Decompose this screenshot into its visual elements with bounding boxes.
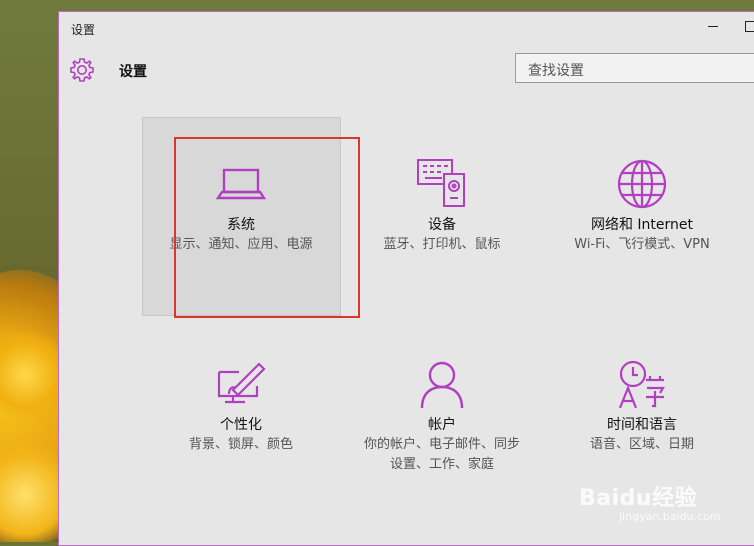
tile-personalization[interactable]: 个性化 背景、锁屏、颜色 (145, 358, 337, 455)
tile-title: 时间和语言 (607, 417, 677, 433)
settings-window: 设置 设置 查找设置 系统 显示、通知、应用、电源 设备 蓝牙、打印机、鼠标 网… (58, 11, 754, 546)
search-input[interactable]: 查找设置 (515, 53, 754, 83)
tile-devices[interactable]: 设备 蓝牙、打印机、鼠标 (346, 158, 538, 255)
tile-title: 网络和 Internet (590, 217, 694, 233)
tile-description: 蓝牙、打印机、鼠标 (383, 237, 501, 252)
tile-accounts[interactable]: 帐户 你的帐户、电子邮件、同步设置、工作、家庭 (346, 358, 538, 475)
tile-description: Wi-Fi、飞行模式、VPN (574, 237, 710, 252)
gear-icon (68, 56, 96, 84)
minimize-button[interactable] (703, 16, 723, 36)
tile-description: 语音、区域、日期 (589, 437, 694, 452)
annotation-highlight-box (174, 137, 360, 318)
watermark-url: jingyan.baidu.com (619, 510, 721, 523)
maximize-button[interactable] (741, 16, 754, 36)
page-title: 设置 (119, 64, 147, 80)
tile-title: 设备 (428, 217, 456, 233)
tile-description: 你的帐户、电子邮件、同步设置、工作、家庭 (363, 437, 520, 472)
personalization-icon (215, 358, 267, 410)
account-icon (416, 358, 468, 410)
tile-title: 个性化 (220, 417, 262, 433)
time-language-icon (616, 358, 668, 410)
globe-icon (616, 158, 668, 210)
window-title: 设置 (71, 23, 96, 37)
devices-icon (416, 158, 468, 210)
baidu-watermark: Baidu经验 jingyan.baidu.com (579, 480, 721, 523)
watermark-logo: Baidu经验 (579, 486, 698, 511)
title-bar[interactable]: 设置 (59, 12, 754, 44)
tile-description: 背景、锁屏、颜色 (188, 437, 293, 452)
tile-title: 帐户 (428, 417, 456, 433)
tile-time-language[interactable]: 时间和语言 语音、区域、日期 (546, 358, 738, 455)
tile-network[interactable]: 网络和 Internet Wi-Fi、飞行模式、VPN (546, 158, 738, 255)
